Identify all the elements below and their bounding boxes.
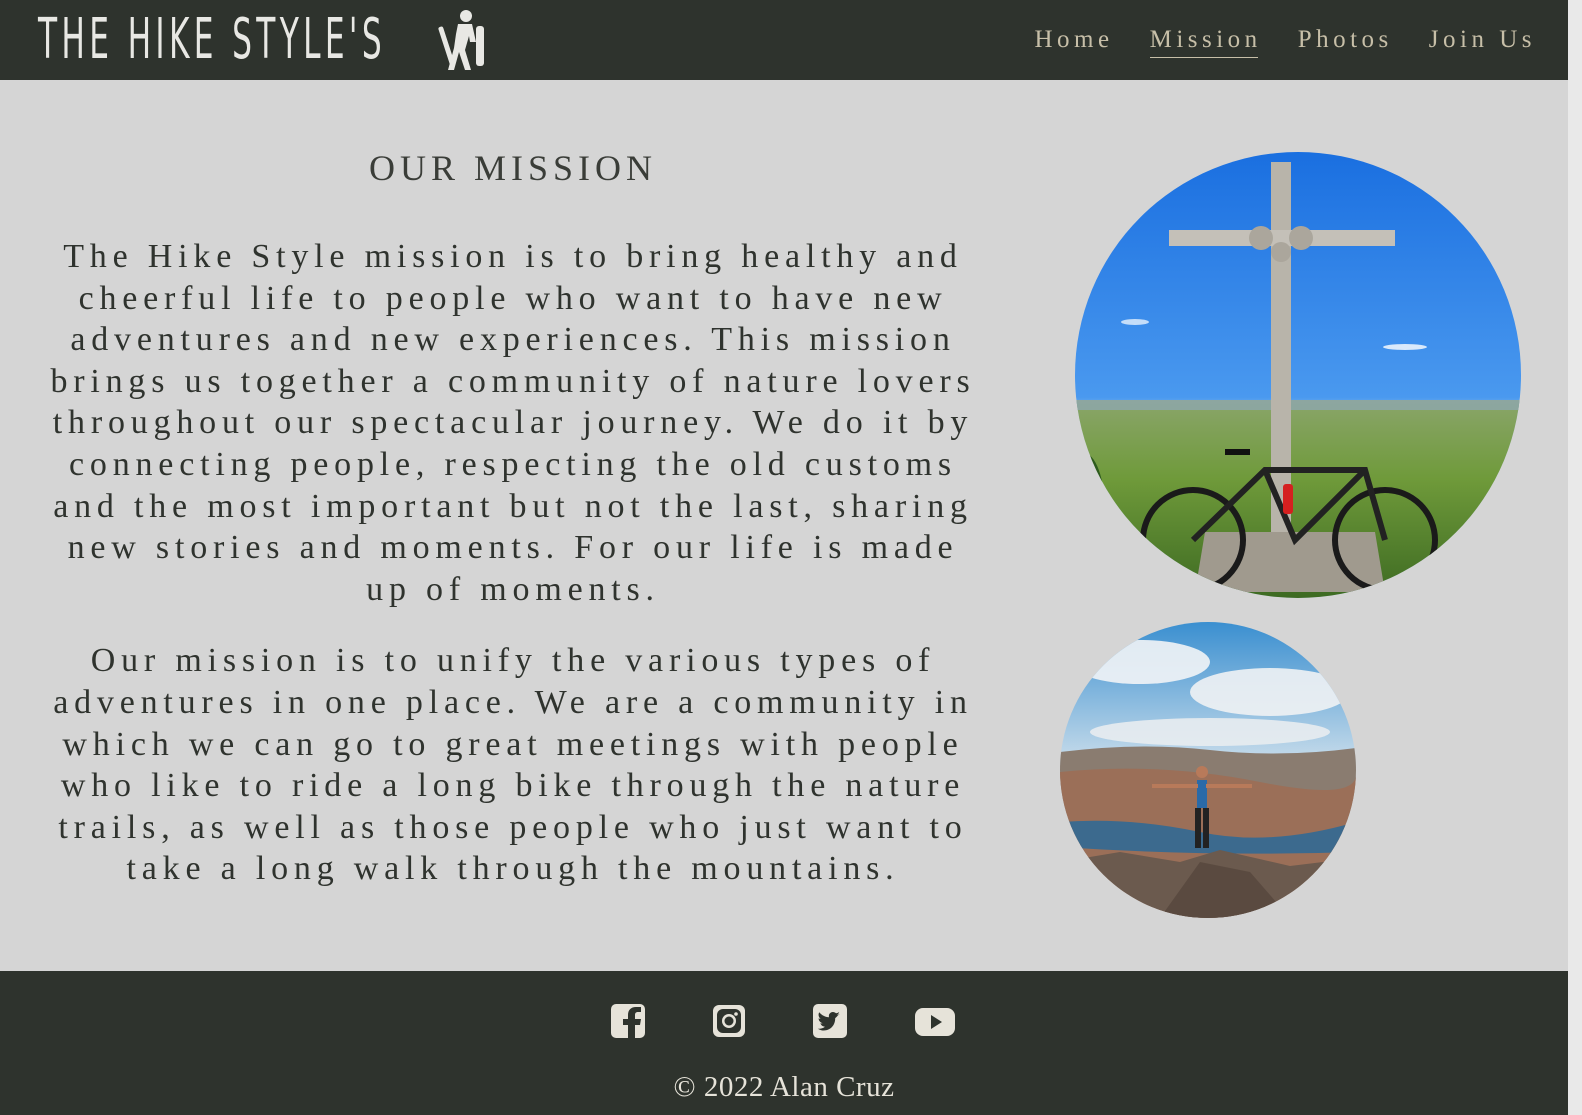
youtube-icon[interactable] [913, 1003, 957, 1039]
nav-mission[interactable]: Mission [1149, 22, 1262, 58]
copyright-text: © 2022 Alan Cruz [673, 1071, 895, 1103]
scrollbar[interactable] [1568, 0, 1582, 1115]
mission-section: OUR MISSION The Hike Style mission is to… [40, 140, 986, 920]
facebook-icon[interactable] [610, 1003, 646, 1039]
mission-paragraph-2: Our mission is to unify the various type… [53, 642, 973, 888]
hiker-mountain-photo [1060, 622, 1356, 918]
page-title: OUR MISSION [368, 148, 658, 188]
cross-bike-photo [1075, 152, 1521, 598]
brand-logo-text[interactable]: THE HIKE STYLE'S [38, 4, 386, 76]
mission-paragraph-1: The Hike Style mission is to bring healt… [50, 238, 976, 608]
nav-home[interactable]: Home [1034, 22, 1113, 58]
nav-photos[interactable]: Photos [1298, 22, 1393, 58]
site-footer: © 2022 Alan Cruz [0, 971, 1568, 1115]
instagram-icon[interactable] [711, 1003, 747, 1039]
nav-join-us[interactable]: Join Us [1429, 22, 1536, 58]
hiker-icon[interactable] [436, 8, 490, 74]
site-header: THE HIKE STYLE'S Home Mission Photos Joi… [0, 0, 1568, 80]
twitter-icon[interactable] [812, 1003, 848, 1039]
main-nav: Home Mission Photos Join Us [998, 22, 1536, 58]
